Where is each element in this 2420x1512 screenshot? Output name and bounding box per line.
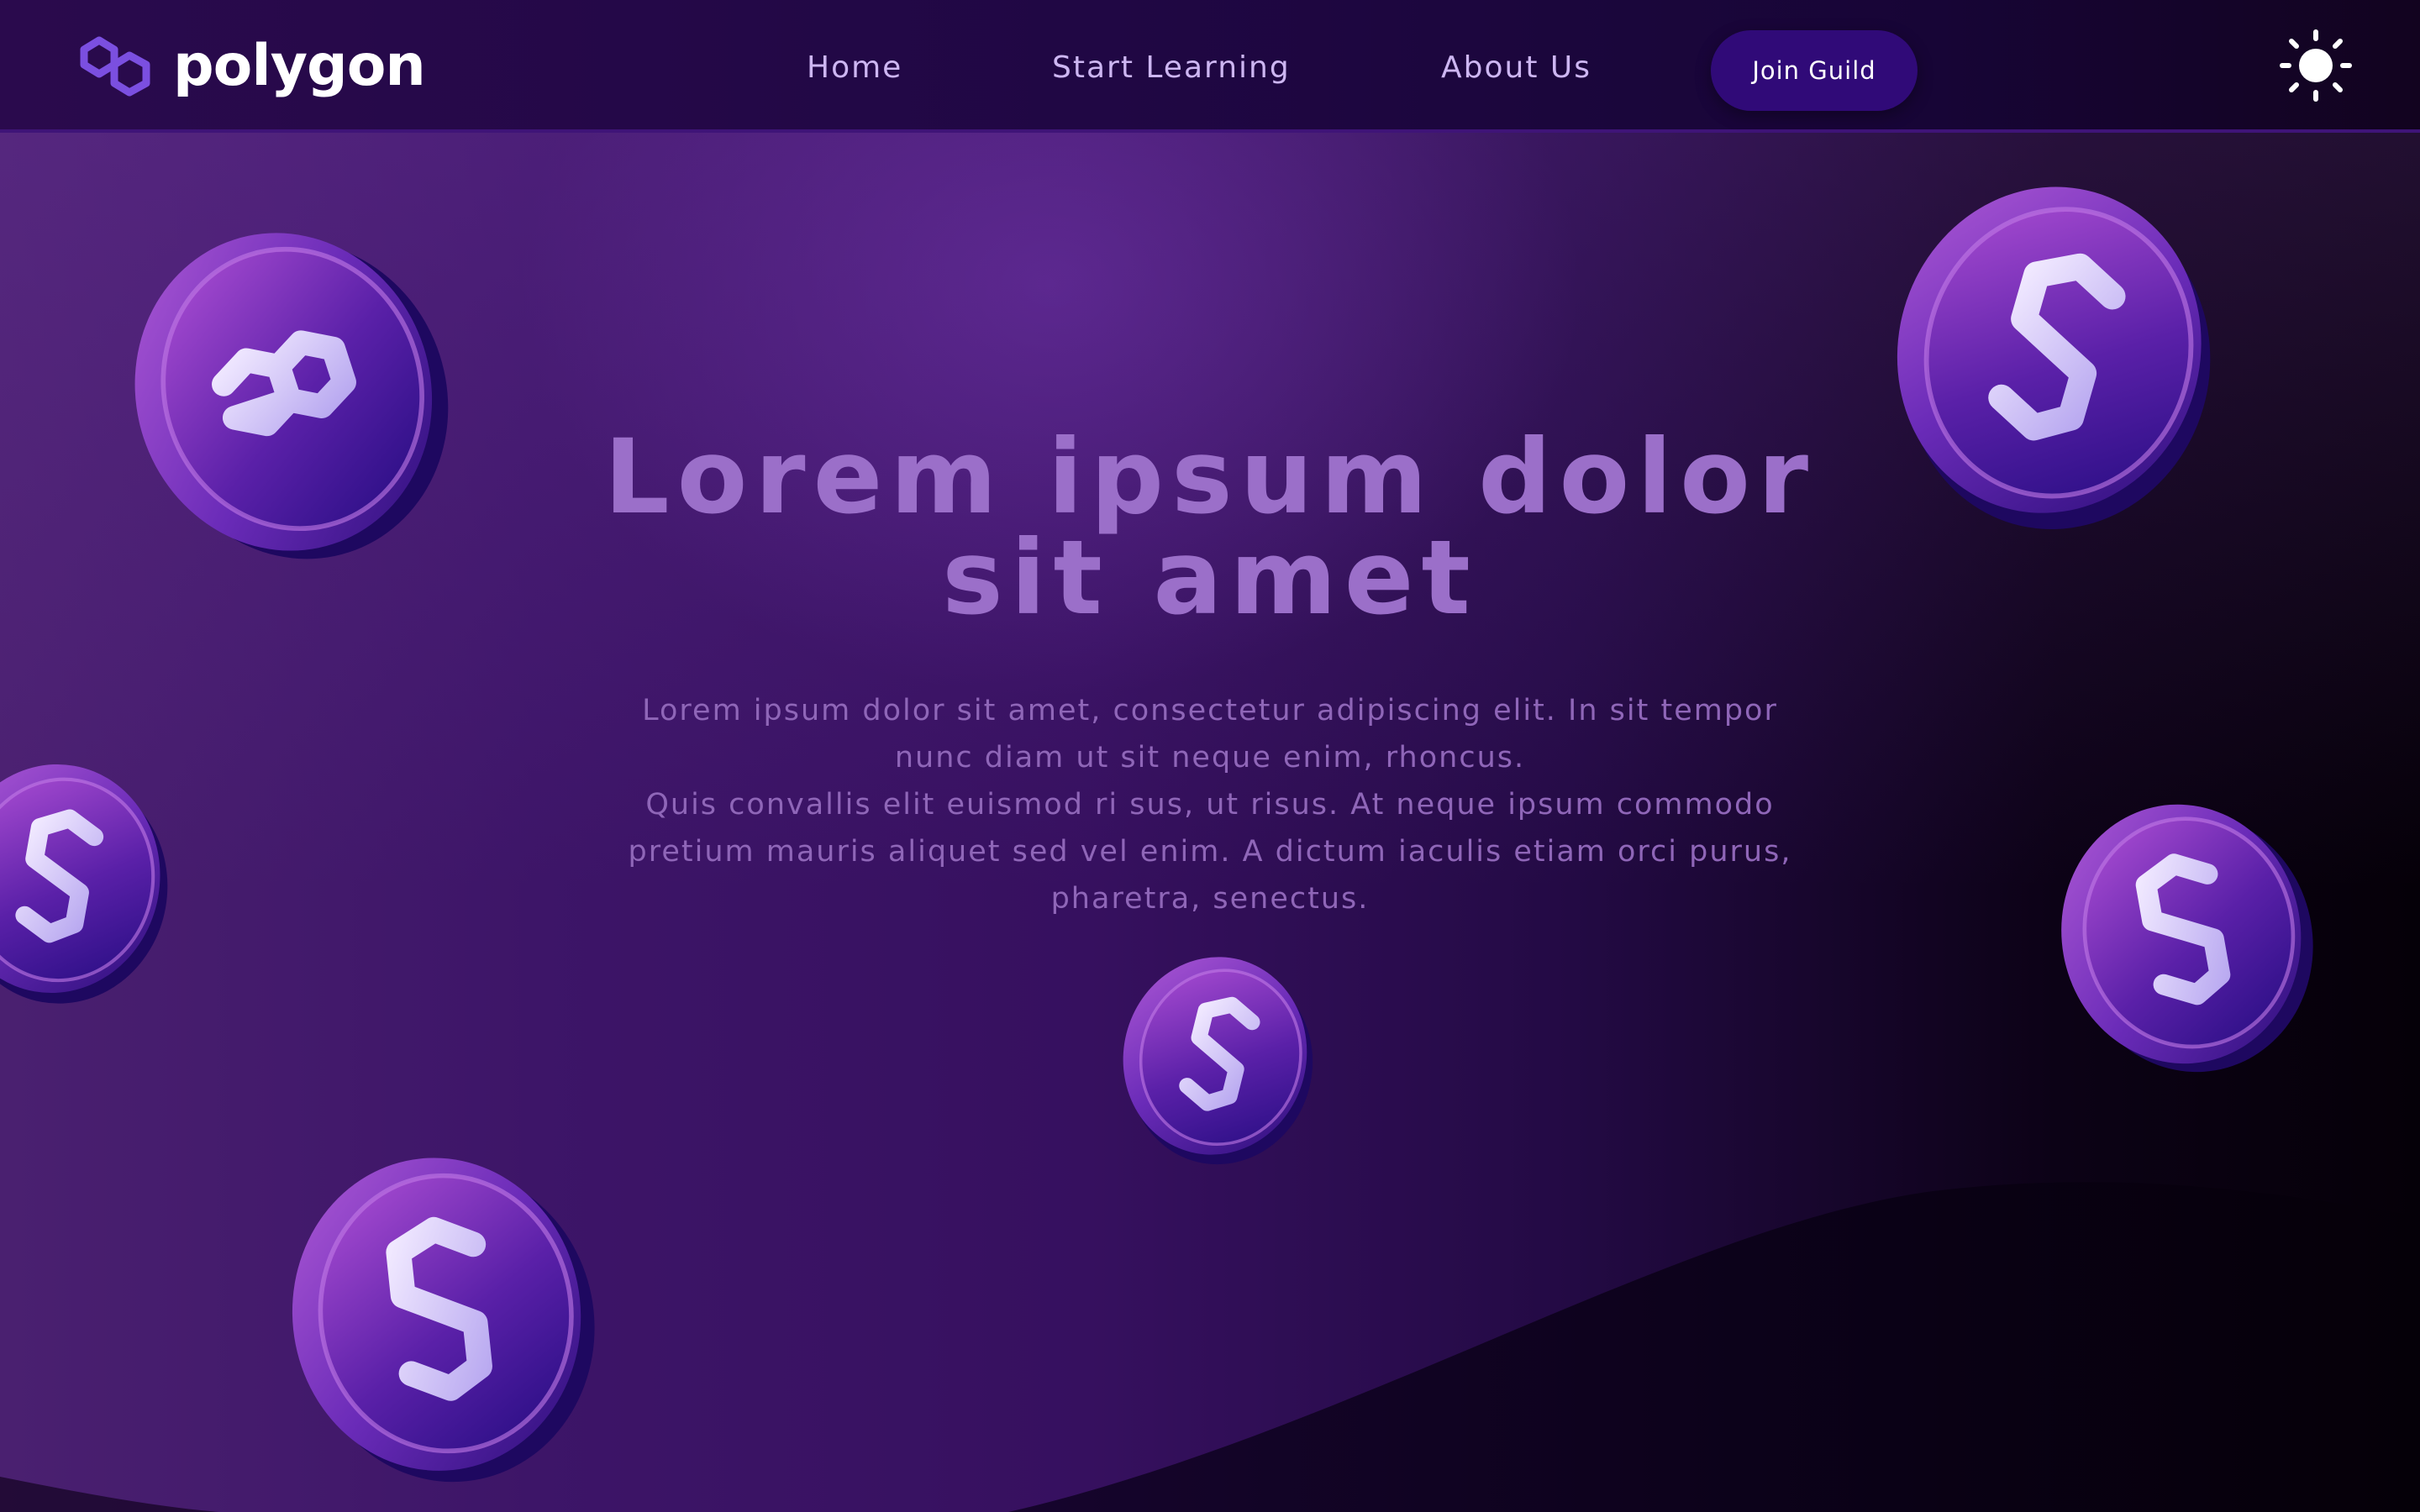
landing-page: polygon Home Start Learning About Us Joi…: [0, 0, 2420, 1512]
polygon-coin-icon: [1882, 181, 2227, 545]
hero-description: Lorem ipsum dolor sit amet, consectetur …: [605, 687, 1815, 922]
nav-link-start-learning[interactable]: Start Learning: [1052, 50, 1291, 85]
site-header: polygon Home Start Learning About Us Joi…: [0, 0, 2420, 133]
hero-title: Lorem ipsum dolor sit amet: [603, 417, 1817, 638]
nav-link-about-us[interactable]: About Us: [1441, 50, 1591, 85]
nav-link-home[interactable]: Home: [807, 50, 902, 85]
sun-icon: [2277, 29, 2354, 108]
theme-toggle-button[interactable]: [2277, 27, 2354, 104]
hero-paragraph-1: Lorem ipsum dolor sit amet, consectetur …: [642, 694, 1778, 774]
polygon-coin-icon: [1098, 936, 1337, 1186]
polygon-coin-icon: [0, 760, 193, 1016]
polygon-coin-icon: [269, 1151, 622, 1499]
main-nav: Home Start Learning About Us Join Guild: [0, 30, 2420, 111]
polygon-coin-icon: [2042, 798, 2336, 1087]
polygon-coin-icon: [126, 223, 462, 579]
hero-paragraph-2: Quis convallis elit euismod ri sus, ut r…: [628, 788, 1792, 916]
join-guild-button[interactable]: Join Guild: [1711, 30, 1918, 111]
